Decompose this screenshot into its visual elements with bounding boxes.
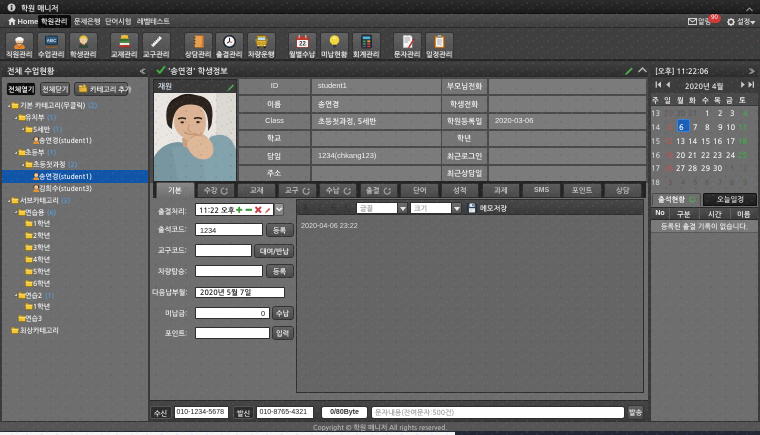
svg-text:ABC: ABC	[46, 38, 56, 43]
svg-text:22: 22	[299, 41, 306, 47]
